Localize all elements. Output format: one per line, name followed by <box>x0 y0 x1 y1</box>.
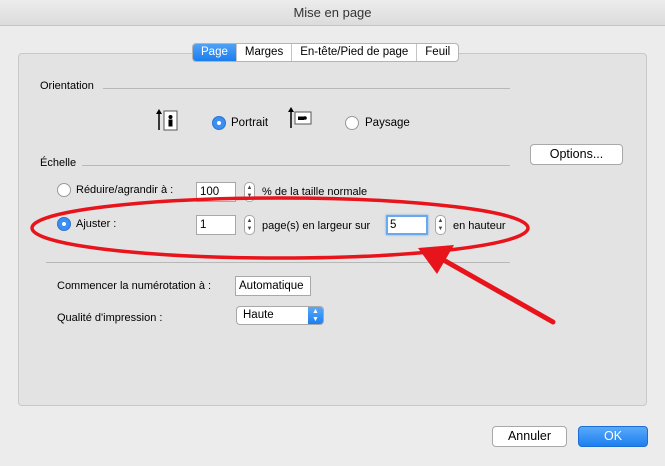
first-page-number-label: Commencer la numérotation à : <box>57 280 212 292</box>
fit-pages-tall-field[interactable]: 5 <box>386 215 428 235</box>
landscape-orientation-icon <box>288 107 312 128</box>
scale-heading: Échelle <box>40 157 77 169</box>
first-page-number-field[interactable]: Automatique <box>235 276 311 296</box>
scale-percent-suffix: % de la taille normale <box>262 186 368 198</box>
scale-percent-field[interactable]: 100 <box>196 182 236 202</box>
landscape-label[interactable]: Paysage <box>365 117 410 129</box>
landscape-radio[interactable] <box>345 116 359 130</box>
tab-page[interactable]: Page <box>193 44 237 61</box>
tab-margins[interactable]: Marges <box>237 44 293 61</box>
portrait-label[interactable]: Portrait <box>231 117 268 129</box>
portrait-radio[interactable] <box>212 116 226 130</box>
fit-to-radio[interactable] <box>57 217 71 231</box>
window-title: Mise en page <box>0 0 665 26</box>
tab-header-footer[interactable]: En-tête/Pied de page <box>292 44 418 61</box>
tab-bar: Page Marges En-tête/Pied de page Feuil <box>192 43 460 62</box>
scale-bottom-divider <box>46 262 510 263</box>
reduce-enlarge-label[interactable]: Réduire/agrandir à : <box>76 184 173 196</box>
fit-pages-wide-field[interactable]: 1 <box>196 215 236 235</box>
portrait-orientation-icon <box>156 109 178 131</box>
popup-arrows-icon: ▲ ▼ <box>308 307 323 324</box>
tab-sheet[interactable]: Feuil <box>417 44 458 61</box>
print-quality-value: Haute <box>243 309 274 321</box>
ok-button[interactable]: OK <box>578 426 648 447</box>
fit-to-label[interactable]: Ajuster : <box>76 218 116 230</box>
scale-divider <box>82 165 510 166</box>
fit-pages-tall-stepper[interactable]: ▲ ▼ <box>435 215 446 235</box>
cancel-button[interactable]: Annuler <box>492 426 567 447</box>
print-quality-label: Qualité d'impression : <box>57 312 163 324</box>
print-quality-popup[interactable]: Haute ▲ ▼ <box>236 306 324 325</box>
fit-pages-wide-stepper[interactable]: ▲ ▼ <box>244 215 255 235</box>
fit-middle-label: page(s) en largeur sur <box>262 220 371 232</box>
options-button[interactable]: Options... <box>530 144 623 165</box>
orientation-heading: Orientation <box>40 80 94 92</box>
orientation-divider <box>103 88 510 89</box>
fit-suffix-label: en hauteur <box>453 220 506 232</box>
reduce-enlarge-radio[interactable] <box>57 183 71 197</box>
scale-percent-stepper[interactable]: ▲ ▼ <box>244 182 255 202</box>
